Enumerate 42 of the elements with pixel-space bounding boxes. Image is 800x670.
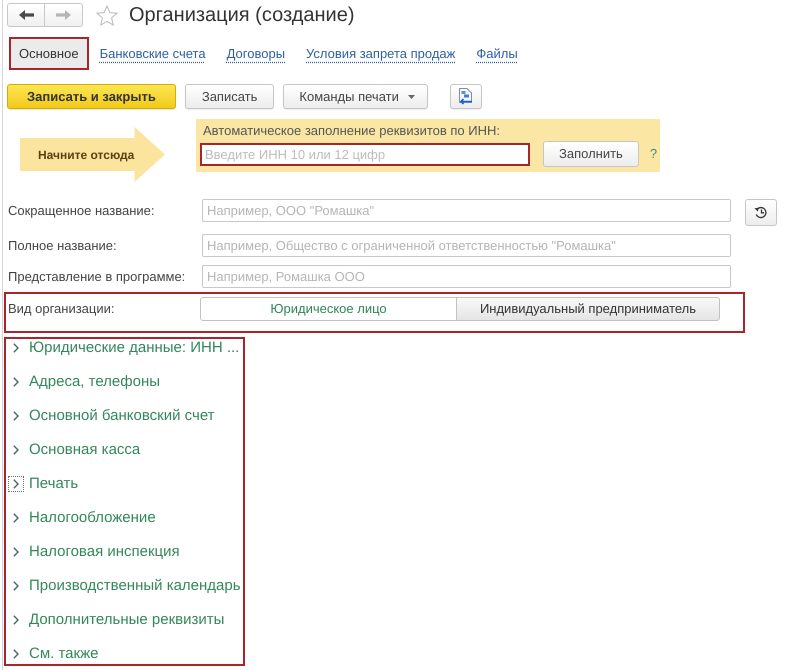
history-button[interactable] [745,199,777,226]
tab[interactable]: Договоры [216,37,296,70]
back-button[interactable] [7,3,45,27]
text-field[interactable]: Например, Общество с ограниченной ответственностью "Ромашка" [202,234,731,257]
section-toggle[interactable]: Производственный календарь [8,577,241,594]
section-toggle[interactable]: Налоговая инспекция [8,543,241,560]
window-title: Организация (создание) [129,3,354,27]
section-toggle[interactable]: См. также [8,645,241,662]
inn-field[interactable]: Введите ИНН 10 или 12 цифр [200,142,530,166]
save-button[interactable]: Записать [184,84,274,109]
tab[interactable]: Файлы [466,37,528,70]
section-toggle[interactable]: Дополнительные реквизиты [8,611,241,628]
help-link[interactable]: ? [650,144,658,164]
section-toggle[interactable]: Основной банковский счет [8,407,241,424]
field-label: Сокращенное название: [7,202,156,220]
text-field[interactable]: Например, Ромашка ООО [202,265,731,288]
text-field[interactable]: Например, ООО "Ромашка" [202,199,731,222]
arrow-left-icon [18,10,34,20]
callout-text: Начните отсюда [37,146,134,164]
autofill-label: Автоматическое заполнение реквизитов по ИНН: [202,123,501,139]
arrow-right-icon [56,10,71,20]
tab[interactable]: Основное [9,37,89,70]
fill-button[interactable]: Заполнить [543,141,639,167]
history-icon [754,206,768,219]
document-arrow-icon [457,88,474,105]
section-toggle[interactable]: Адреса, телефоны [8,373,241,390]
star-icon[interactable] [96,4,118,26]
section-toggle[interactable]: Юридические данные: ИНН ... [8,339,241,356]
segment-option[interactable]: Индивидуальный предприниматель [457,297,720,321]
field-label: Вид организации: [8,300,116,318]
field-label: Полное название: [7,237,118,255]
section-toggle[interactable]: Налогообложение [8,509,241,526]
print-menu-button[interactable]: Команды печати [283,84,428,109]
section-toggle[interactable]: Основная касса [8,441,241,458]
segment-option[interactable]: Юридическое лицо [200,297,457,321]
field-label: Представление в программе: [7,268,186,286]
save-close-button[interactable]: Записать и закрыть [7,84,176,109]
tab[interactable]: Условия запрета продаж [296,37,466,70]
caret-icon [408,94,415,98]
section-toggle[interactable]: Печать [8,475,241,492]
document-button[interactable] [450,84,482,109]
tab[interactable]: Банковские счета [90,37,216,70]
